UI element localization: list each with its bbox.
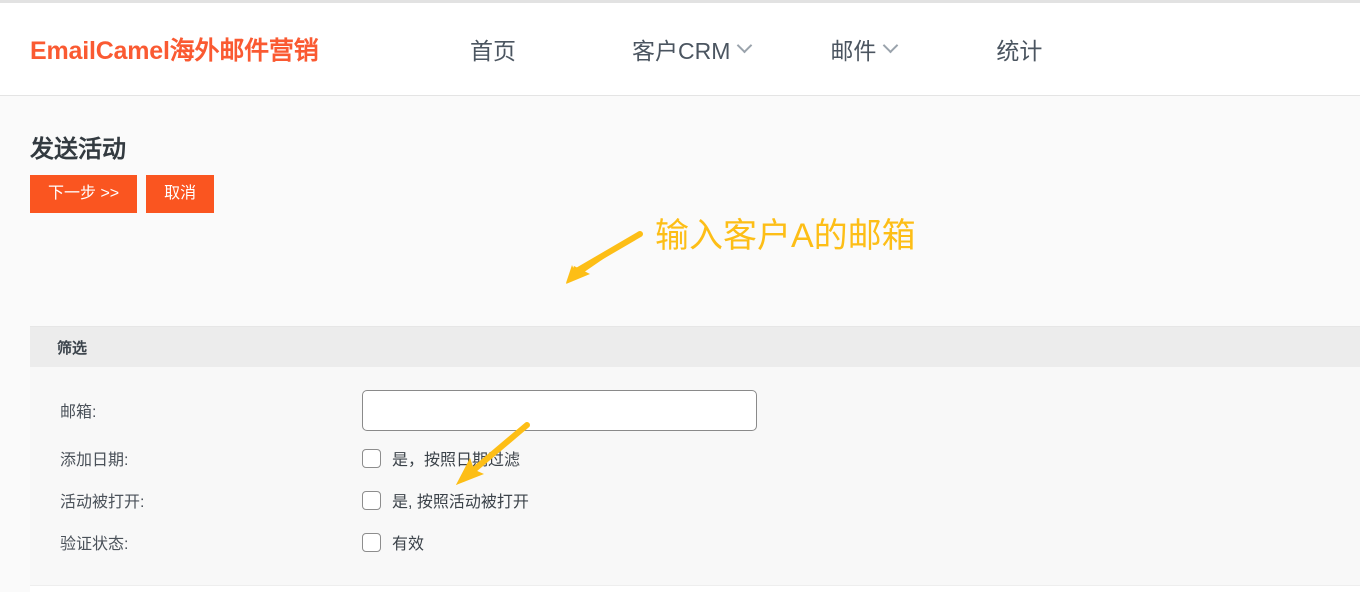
nav-item-crm[interactable]: 客户CRM xyxy=(632,32,753,66)
page-root: EmailCamel海外邮件营销 首页 客户CRM 邮件 统计 发送活动 下一步… xyxy=(0,0,1360,592)
nav-item-stats[interactable]: 统计 xyxy=(996,32,1042,66)
filter-panel: 筛选 邮箱: 添加日期: 是，按照日期过滤 活动被打开: 是, 按照活动被打开 … xyxy=(30,326,1360,592)
checkbox-icon[interactable] xyxy=(362,448,381,468)
filter-panel-header: 筛选 xyxy=(30,327,1360,367)
nav-item-label: 邮件 xyxy=(830,38,877,64)
form-row-email: 邮箱: xyxy=(30,383,1360,437)
annotation-text: 输入客户A的邮箱 xyxy=(655,217,916,255)
verify-status-checkbox-label: 有效 xyxy=(392,536,425,553)
form-row-campaign-opened: 活动被打开: 是, 按照活动被打开 xyxy=(30,479,1360,521)
campaign-opened-checkbox-label: 是, 按照活动被打开 xyxy=(392,494,529,511)
email-label: 邮箱: xyxy=(60,404,97,421)
main-nav: 首页 客户CRM 邮件 统计 xyxy=(470,32,1042,66)
filter-panel-body: 邮箱: 添加日期: 是，按照日期过滤 活动被打开: 是, 按照活动被打开 验证状… xyxy=(30,367,1360,585)
brand-logo[interactable]: EmailCamel海外邮件营销 xyxy=(30,31,319,67)
campaign-opened-control: 是, 按照活动被打开 xyxy=(362,488,529,512)
nav-item-label: 客户CRM xyxy=(632,38,731,64)
form-row-verify-status: 验证状态: 有效 xyxy=(30,521,1360,563)
add-date-checkbox-wrap[interactable]: 是，按照日期过滤 xyxy=(362,446,520,470)
campaign-opened-checkbox-wrap[interactable]: 是, 按照活动被打开 xyxy=(362,488,529,512)
top-navbar: EmailCamel海外邮件营销 首页 客户CRM 邮件 统计 xyxy=(0,3,1360,96)
verify-status-label: 验证状态: xyxy=(60,536,129,553)
email-input[interactable] xyxy=(362,389,757,431)
annotation-arrow-to-email-input xyxy=(566,231,643,284)
page-title: 发送活动 xyxy=(30,136,126,163)
next-step-button-top[interactable]: 下一步 >> xyxy=(30,175,138,213)
form-row-add-date: 添加日期: 是，按照日期过滤 xyxy=(30,437,1360,479)
nav-item-label: 统计 xyxy=(996,38,1043,64)
nav-item-label: 首页 xyxy=(470,38,516,64)
add-date-label: 添加日期: xyxy=(60,452,129,469)
cancel-button-top[interactable]: 取消 xyxy=(146,175,215,213)
filter-panel-footer: 下一步 >> 取消 xyxy=(30,585,1360,592)
nav-item-home[interactable]: 首页 xyxy=(470,32,516,66)
verify-status-control: 有效 xyxy=(362,530,424,554)
chevron-down-icon xyxy=(737,37,753,53)
add-date-control: 是，按照日期过滤 xyxy=(362,446,520,470)
top-action-bar: 下一步 >> 取消 xyxy=(30,175,215,213)
nav-item-email[interactable]: 邮件 xyxy=(830,32,899,66)
campaign-opened-label: 活动被打开: xyxy=(60,494,145,511)
add-date-checkbox-label: 是，按照日期过滤 xyxy=(392,452,521,469)
verify-status-checkbox-wrap[interactable]: 有效 xyxy=(362,530,424,554)
email-control xyxy=(362,389,757,431)
checkbox-icon[interactable] xyxy=(362,490,381,510)
checkbox-icon[interactable] xyxy=(362,532,381,552)
chevron-down-icon xyxy=(883,37,899,53)
